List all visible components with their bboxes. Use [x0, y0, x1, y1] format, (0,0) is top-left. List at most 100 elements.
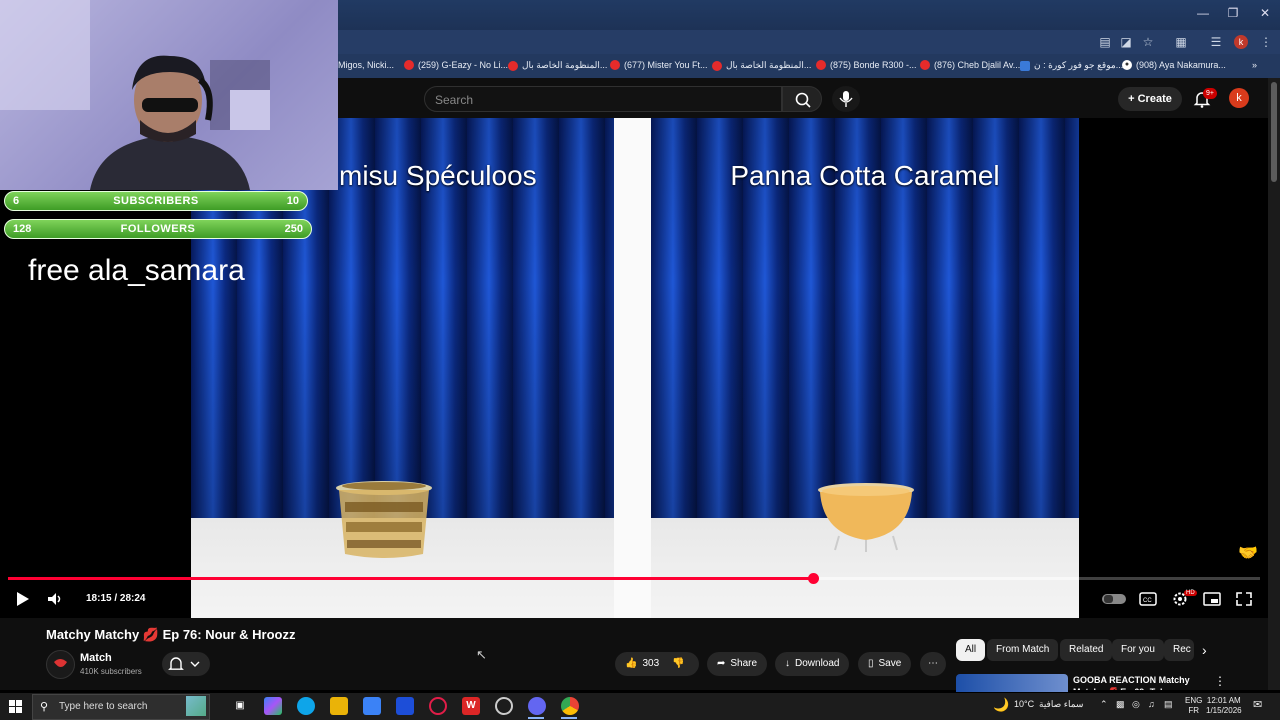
- chat-active-indicator: [528, 717, 544, 719]
- outlook-icon[interactable]: [396, 697, 414, 715]
- bookmark-label: (259) G-Eazy - No Li...: [418, 60, 509, 70]
- recommended-thumbnail[interactable]: [956, 674, 1068, 692]
- browser-profile-avatar[interactable]: k: [1234, 35, 1248, 49]
- wps-office-icon[interactable]: W: [462, 697, 480, 715]
- download-button[interactable]: ↓ Download: [775, 652, 850, 676]
- account-avatar[interactable]: k: [1229, 88, 1249, 108]
- address-bar: [338, 30, 1280, 54]
- extensions-icon[interactable]: ▦: [1173, 34, 1189, 50]
- save-button[interactable]: ▯ Save: [858, 652, 912, 676]
- video-title: Matchy Matchy 💋 Ep 76: Nour & Hroozz: [46, 627, 296, 642]
- channel-avatar[interactable]: [46, 650, 75, 679]
- chip-recent[interactable]: Rec: [1164, 639, 1194, 661]
- captions-button[interactable]: CC: [1138, 590, 1158, 608]
- recommended-menu-icon[interactable]: ⋮: [1214, 674, 1226, 688]
- bookmark-label: موقع جو فور كورة : ن...: [1034, 60, 1124, 70]
- bookmark-item[interactable]: (876) Cheb Djalil Av...: [920, 60, 1020, 70]
- bookmark-item[interactable]: Migos, Nicki...: [338, 60, 394, 70]
- channel-name[interactable]: Match: [80, 652, 112, 664]
- like-count[interactable]: 303: [642, 652, 659, 676]
- opera-icon[interactable]: [429, 697, 447, 715]
- system-clock[interactable]: 12:01 AM 1/15/2026: [1206, 696, 1242, 716]
- bookmark-star-icon[interactable]: ☆: [1140, 34, 1156, 50]
- recommended-title[interactable]: GOOBA REACTION Matchy Matchy 💋 Ep 69: To…: [1073, 674, 1193, 690]
- bookmark-item[interactable]: المنظومة الخاصة بال...: [712, 60, 811, 71]
- chip-for-you[interactable]: For you: [1112, 639, 1164, 661]
- chrome-icon[interactable]: [561, 697, 579, 715]
- globe-icon: ●: [1122, 60, 1132, 70]
- copilot-icon[interactable]: [264, 697, 282, 715]
- fullscreen-button[interactable]: [1234, 590, 1254, 608]
- minimize-icon[interactable]: —: [1188, 6, 1218, 20]
- windows-start-button[interactable]: [9, 700, 23, 719]
- tray-app-icon[interactable]: ▩: [1116, 699, 1125, 710]
- bookmark-label: (876) Cheb Djalil Av...: [934, 60, 1021, 70]
- input-language[interactable]: ENG FR: [1185, 696, 1202, 716]
- search-icon: ⚲: [40, 701, 49, 713]
- bookmark-item[interactable]: (259) G-Eazy - No Li...: [404, 60, 508, 70]
- progress-scrubber-handle[interactable]: [808, 573, 819, 584]
- microphone-icon[interactable]: ◎: [1132, 699, 1140, 710]
- webcam-overlay: [0, 0, 338, 190]
- bookmarks-more-chevron-icon[interactable]: »: [1252, 60, 1257, 70]
- bookmark-item[interactable]: (875) Bonde R300 -...: [816, 60, 917, 70]
- chevron-right-icon[interactable]: ›: [1202, 642, 1207, 658]
- scrollbar-thumb[interactable]: [1271, 82, 1277, 182]
- restore-icon[interactable]: ❐: [1218, 6, 1248, 20]
- obs-studio-icon[interactable]: [495, 697, 513, 715]
- miniplayer-button[interactable]: [1202, 590, 1222, 608]
- followers-goal: 250: [284, 223, 303, 235]
- subscribers-goal-bar: 6 SUBSCRIBERS 10: [4, 191, 308, 211]
- channel-subscribers: 410K subscribers: [80, 667, 142, 676]
- bookmark-item[interactable]: (677) Mister You Ft...: [610, 60, 708, 70]
- app-icon: [712, 60, 722, 71]
- browser-menu-icon[interactable]: ⋮: [1258, 34, 1274, 50]
- tray-chevron-icon[interactable]: ⌃: [1100, 699, 1108, 710]
- voice-search-button[interactable]: [832, 86, 860, 112]
- chat-app-icon[interactable]: [528, 697, 546, 715]
- temperature[interactable]: 10°C: [1014, 699, 1034, 709]
- thumbs-down-icon[interactable]: 👎: [672, 652, 684, 676]
- thumbs-up-icon[interactable]: 👍: [625, 652, 637, 676]
- youtube-icon: [610, 60, 620, 70]
- file-explorer-icon[interactable]: [330, 697, 348, 715]
- network-icon[interactable]: ▤: [1164, 699, 1173, 710]
- chip-related[interactable]: Related: [1060, 639, 1113, 661]
- install-app-icon[interactable]: ▤: [1097, 34, 1113, 50]
- bookmark-label: المنظومة الخاصة بال...: [522, 60, 608, 70]
- translate-icon[interactable]: ◪: [1118, 34, 1134, 50]
- create-button[interactable]: + Create: [1118, 87, 1182, 111]
- search-button[interactable]: [782, 86, 822, 112]
- media-control-icon[interactable]: ☰: [1208, 34, 1224, 50]
- volume-icon[interactable]: ♫: [1148, 699, 1155, 709]
- notification-center-icon[interactable]: ✉: [1253, 698, 1262, 711]
- weather-status[interactable]: سماء صافية: [1039, 699, 1083, 710]
- play-button[interactable]: [12, 590, 32, 608]
- close-icon[interactable]: ✕: [1250, 6, 1280, 20]
- bookmark-label: (908) Aya Nakamura...: [1136, 60, 1226, 70]
- task-view-icon[interactable]: ▣: [231, 697, 249, 715]
- chip-all[interactable]: All: [956, 639, 986, 661]
- subscription-bell-button[interactable]: [162, 652, 210, 676]
- volume-button[interactable]: [45, 590, 65, 608]
- video-frame-right-panel: Panna Cotta Caramel: [651, 118, 1079, 618]
- white-divider: [614, 118, 651, 618]
- notification-count-badge: 9+: [1203, 88, 1217, 99]
- edge-browser-icon[interactable]: [297, 697, 315, 715]
- search-input[interactable]: Search: [424, 86, 782, 112]
- more-actions-button[interactable]: ⋯: [920, 652, 946, 676]
- volume-icon: [48, 593, 61, 605]
- fullscreen-icon: [1236, 592, 1252, 606]
- clock-time: 12:01 AM: [1206, 696, 1241, 705]
- streamer-webcam-image: [0, 0, 270, 190]
- bookmark-label: Migos, Nicki...: [338, 60, 395, 70]
- bookmark-item[interactable]: المنظومة الخاصة بال...: [508, 60, 607, 71]
- bookmark-item[interactable]: ● (908) Aya Nakamura...: [1122, 60, 1226, 70]
- chip-from-match[interactable]: From Match: [987, 639, 1059, 661]
- bookmark-item[interactable]: موقع جو فور كورة : ن...: [1020, 60, 1123, 71]
- taskbar-search-input[interactable]: Type here to search: [32, 694, 210, 720]
- share-button[interactable]: ➦ Share: [707, 652, 768, 676]
- subscribers-label: SUBSCRIBERS: [113, 195, 199, 207]
- microsoft-store-icon[interactable]: [363, 697, 381, 715]
- clock-date: 1/15/2026: [1206, 706, 1242, 715]
